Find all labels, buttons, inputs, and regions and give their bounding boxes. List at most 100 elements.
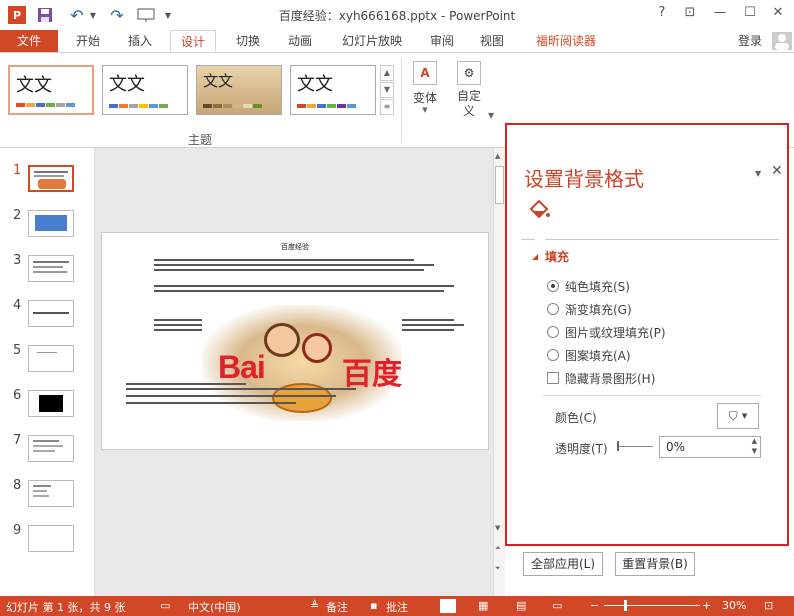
pane-title: 设置背景格式 [524, 167, 644, 191]
tab-file[interactable]: 文件 [0, 30, 58, 52]
divider [543, 395, 761, 396]
tab-design[interactable]: 设计 [170, 30, 216, 52]
reading-view-icon[interactable]: ▤ [516, 599, 526, 612]
theme-sample-text: 文文 [109, 74, 145, 95]
picture-fill-label[interactable]: 图片或纹理填充(P) [565, 324, 666, 341]
customize-button[interactable]: ⚙ 自定 义 [450, 61, 488, 119]
zoom-level[interactable]: 30% [722, 599, 746, 612]
normal-view-icon[interactable] [440, 599, 456, 613]
transparency-slider-handle[interactable] [617, 441, 619, 451]
theme-4[interactable]: 文文 [290, 65, 376, 115]
slide-thumbnails: 1 2 3 4 5 6 7 8 9 [0, 148, 95, 596]
login-link[interactable]: 登录 [730, 30, 770, 52]
thumbnail-slide-3[interactable] [28, 255, 74, 282]
next-slide-icon[interactable]: ⏷ [495, 564, 501, 573]
thumbnail-slide-8[interactable] [28, 480, 74, 507]
theme-2[interactable]: 文文 [102, 65, 188, 115]
slide-number: 2 [13, 208, 22, 223]
minimize-button[interactable]: — [708, 5, 732, 20]
thumbnail-slide-7[interactable] [28, 435, 74, 462]
language-indicator[interactable]: 中文(中国) [188, 599, 241, 615]
hide-background-checkbox[interactable] [547, 372, 559, 384]
apply-to-all-button[interactable]: 全部应用(L) [523, 552, 603, 576]
variants-label: 变体 [412, 91, 437, 105]
gallery-up-icon[interactable]: ▲ [380, 65, 394, 81]
tab-view[interactable]: 视图 [472, 30, 512, 52]
variants-button[interactable]: A 变体 ▼ [406, 61, 444, 114]
thumbnail-slide-4[interactable] [28, 300, 74, 327]
scroll-down-icon[interactable]: ▼ [495, 524, 500, 532]
editor-vertical-scrollbar[interactable]: ▲ ▼ ⏶ ⏷ [493, 148, 505, 596]
radio-solid-fill[interactable] [547, 280, 559, 292]
radio-gradient-fill[interactable] [547, 303, 559, 315]
color-picker-button[interactable]: ⛉ ▼ [717, 403, 759, 429]
theme-3[interactable]: 文文 [196, 65, 282, 115]
comments-button[interactable]: 批注 [386, 599, 408, 615]
theme-office[interactable]: 文文 [8, 65, 94, 115]
transparency-slider-track[interactable] [617, 446, 653, 447]
thumbnail-slide-9[interactable] [28, 525, 74, 552]
maximize-button[interactable]: ☐ [738, 5, 762, 20]
zoom-in-icon[interactable]: + [702, 599, 711, 612]
zoom-out-icon[interactable]: − [590, 599, 599, 612]
slide-editor: 百度经验 Bai 百度 [95, 148, 495, 596]
variants-icon: A [413, 61, 437, 85]
radio-pattern-fill[interactable] [547, 349, 559, 361]
chevron-down-icon: ▼ [741, 412, 748, 420]
gallery-down-icon[interactable]: ▼ [380, 82, 394, 98]
tab-foxit-reader[interactable]: 福昕阅读器 [526, 30, 606, 52]
chevron-down-icon: ▼ [488, 111, 495, 120]
pane-options-icon[interactable]: ▼ [755, 169, 761, 178]
slideshow-view-icon[interactable]: ▭ [552, 599, 562, 612]
fill-section-header[interactable]: 填充 [545, 248, 569, 265]
tab-review[interactable]: 审阅 [422, 30, 462, 52]
tab-animations[interactable]: 动画 [280, 30, 320, 52]
notes-icon[interactable]: ≜ [310, 599, 319, 612]
spellcheck-icon[interactable]: ▭ [160, 599, 170, 612]
tab-slideshow[interactable]: 幻灯片放映 [334, 30, 410, 52]
slide-counter: 幻灯片 第 1 张，共 9 张 [6, 601, 126, 614]
slide-number: 8 [13, 478, 22, 493]
gallery-more-icon[interactable]: ≡ [380, 99, 394, 115]
hide-background-label[interactable]: 隐藏背景图形(H) [565, 370, 655, 387]
tab-home[interactable]: 开始 [68, 30, 108, 52]
thumbnail-slide-2[interactable] [28, 210, 74, 237]
current-slide[interactable]: 百度经验 Bai 百度 [101, 232, 489, 450]
transparency-value[interactable]: 0% [666, 440, 685, 454]
slide-sorter-icon[interactable]: ▦ [478, 599, 488, 612]
chevron-down-icon: ▼ [422, 106, 428, 114]
scroll-up-icon[interactable]: ▲ [495, 152, 500, 160]
solid-fill-label[interactable]: 纯色填充(S) [565, 278, 630, 295]
prev-slide-icon[interactable]: ⏶ [495, 544, 501, 553]
tab-transitions[interactable]: 切换 [228, 30, 268, 52]
color-label: 颜色(C) [555, 411, 597, 425]
transparency-label: 透明度(T) [555, 442, 608, 456]
gradient-fill-label[interactable]: 渐变填充(G) [565, 301, 632, 318]
close-pane-icon[interactable]: ✕ [771, 163, 783, 179]
comments-icon[interactable]: ▪ [370, 599, 377, 612]
scrollbar-thumb[interactable] [495, 166, 504, 204]
notes-button[interactable]: 备注 [326, 599, 348, 615]
pattern-fill-label[interactable]: 图案填充(A) [565, 347, 631, 364]
reset-background-button[interactable]: 重置背景(B) [615, 552, 695, 576]
spin-up-icon[interactable]: ▲ [752, 437, 757, 445]
slide-number: 6 [13, 388, 22, 403]
zoom-slider-handle[interactable] [624, 600, 627, 611]
thumbnail-slide-6[interactable] [28, 390, 74, 417]
thumbnail-slide-1[interactable] [28, 165, 74, 192]
slide-number: 3 [13, 253, 22, 268]
fill-bucket-icon[interactable] [527, 199, 551, 224]
fit-to-window-icon[interactable]: ⊡ [764, 599, 773, 612]
spin-down-icon[interactable]: ▼ [752, 447, 757, 455]
slide-number: 4 [13, 298, 22, 313]
transparency-spinner[interactable]: 0% ▲ ▼ [659, 436, 761, 458]
avatar[interactable] [772, 32, 792, 50]
collapse-section-icon[interactable]: ◢ [532, 252, 538, 261]
zoom-slider[interactable] [604, 605, 700, 606]
close-window-button[interactable]: ✕ [766, 5, 790, 20]
radio-picture-fill[interactable] [547, 326, 559, 338]
tab-insert[interactable]: 插入 [120, 30, 160, 52]
ribbon-display-button[interactable]: ⊡ [678, 5, 702, 20]
help-button[interactable]: ? [650, 5, 674, 20]
thumbnail-slide-5[interactable] [28, 345, 74, 372]
